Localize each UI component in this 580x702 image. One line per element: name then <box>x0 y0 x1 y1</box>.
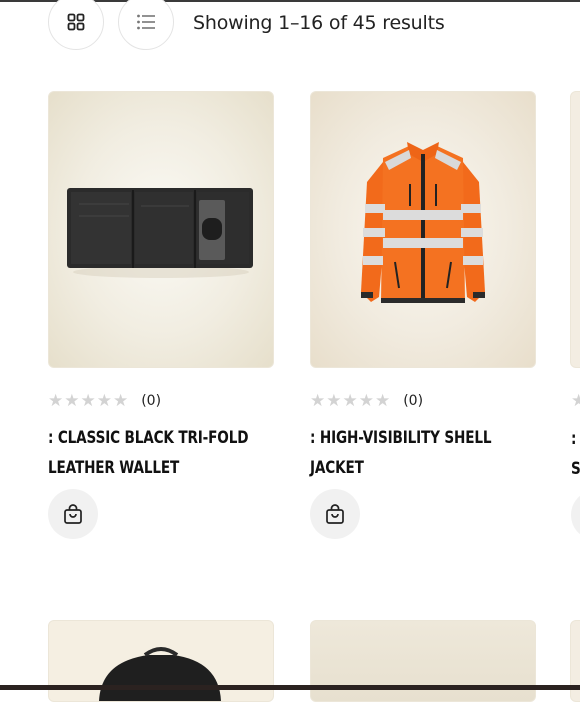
product-image[interactable] <box>48 91 274 368</box>
grid-view-button[interactable] <box>48 0 104 50</box>
product-title-partial[interactable]: : S <box>571 424 580 484</box>
bottom-bar <box>0 685 580 690</box>
product-rating: ★★★★★ (0) <box>48 391 161 411</box>
grid-icon <box>67 13 85 31</box>
jacket-image <box>361 142 485 303</box>
rating-stars: ★★★★★ <box>310 391 392 411</box>
shopping-bag-icon <box>64 504 82 524</box>
results-count: Showing 1–16 of 45 results <box>193 12 445 34</box>
wallet-image <box>67 188 253 278</box>
product-title[interactable]: : CLASSIC BLACK TRI-FOLD LEATHER WALLET <box>48 423 272 483</box>
product-image[interactable] <box>310 91 536 368</box>
product-rating: ★★★★★ (0) <box>310 391 423 411</box>
add-to-cart-button[interactable] <box>310 489 360 539</box>
rating-stars: ★★★★★ <box>48 391 130 411</box>
shopping-bag-icon <box>326 504 344 524</box>
list-view-button[interactable] <box>118 0 174 50</box>
rating-stars-partial: ★ <box>571 391 580 411</box>
rating-count: (0) <box>403 393 424 409</box>
product-title[interactable]: : HIGH-VISIBILITY SHELL JACKET <box>310 423 534 483</box>
product-image-partial[interactable] <box>570 91 580 368</box>
list-icon <box>137 14 155 30</box>
add-to-cart-button[interactable] <box>48 489 98 539</box>
add-to-cart-button-partial[interactable] <box>571 490 580 540</box>
rating-count: (0) <box>141 393 162 409</box>
